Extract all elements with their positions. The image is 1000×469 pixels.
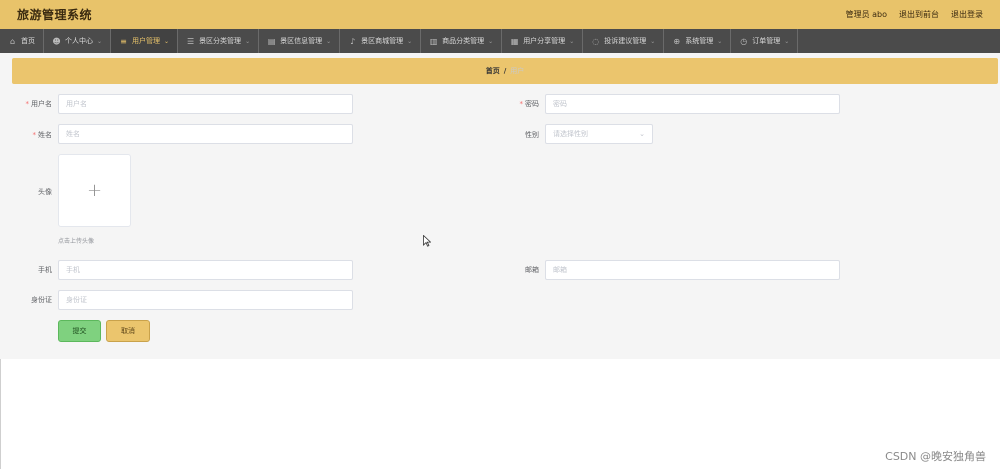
username-input[interactable]: 用户名 xyxy=(58,94,353,114)
app-header: 旅游管理系统 管理员 abo 退出到前台 退出登录 xyxy=(0,0,1000,29)
home-icon: ⌂ xyxy=(9,36,16,46)
submit-button[interactable]: 提交 xyxy=(58,320,101,342)
id-card-label: 身份证 xyxy=(12,295,52,305)
phone-label-text: 手机 xyxy=(38,266,52,274)
mouse-cursor-icon xyxy=(423,235,431,247)
nav-item-3[interactable]: ☰ 景区分类管理 ⌄ xyxy=(178,29,260,53)
id-card-placeholder: 身份证 xyxy=(66,296,87,304)
chevron-down-icon: ⌄ xyxy=(569,37,575,45)
list-icon: ≡ xyxy=(120,36,127,46)
cancel-button[interactable]: 取消 xyxy=(106,320,150,342)
refresh-icon: ◌ xyxy=(592,36,600,46)
nav-item-10[interactable]: ◷ 订单管理 ⌄ xyxy=(731,29,799,53)
chevron-down-icon: ⌄ xyxy=(245,37,251,45)
watermark: CSDN @晚安独角兽 xyxy=(885,450,986,463)
name-label-text: 姓名 xyxy=(38,131,52,139)
gender-label-text: 性别 xyxy=(525,131,539,139)
username-label: * 用户名 xyxy=(12,99,53,109)
phone-input[interactable]: 手机 xyxy=(58,260,353,280)
nav-item-label: 订单管理 xyxy=(752,37,781,45)
chevron-down-icon: ⌄ xyxy=(717,37,723,45)
gender-placeholder: 请选择性别 xyxy=(553,130,588,138)
name-placeholder: 姓名 xyxy=(66,130,80,138)
breadcrumb-separator: / xyxy=(503,67,507,75)
trash-icon: ▥ xyxy=(429,36,438,46)
main-nav: ⌂ 首页 ☻ 个人中心 ⌄ ≡ 用户管理 ⌄ ☰ 景区分类管理 ⌄ ▤ 景区信息管理 ⌄ ♪ 景区商城管理 ⌄ ▥… xyxy=(0,29,1000,53)
password-placeholder: 密码 xyxy=(553,100,567,108)
email-placeholder: 邮箱 xyxy=(553,266,567,274)
nav-item-6[interactable]: ▥ 商品分类管理 ⌄ xyxy=(421,29,503,53)
name-input[interactable]: 姓名 xyxy=(58,124,353,144)
nav-item-label: 景区分类管理 xyxy=(199,37,242,45)
avatar-label-text: 头像 xyxy=(38,188,52,196)
nav-item-label: 用户分享管理 xyxy=(523,37,566,45)
nav-item-label: 景区信息管理 xyxy=(280,37,323,45)
email-label: 邮箱 xyxy=(499,265,539,275)
nav-item-1[interactable]: ☻ 个人中心 ⌄ xyxy=(44,29,112,53)
app-title: 旅游管理系统 xyxy=(17,8,93,22)
briefcase-icon: ▦ xyxy=(510,36,519,46)
nav-item-0[interactable]: ⌂ 首页 xyxy=(0,29,44,53)
plus-icon: + xyxy=(86,179,103,201)
email-label-text: 邮箱 xyxy=(525,266,539,274)
phone-placeholder: 手机 xyxy=(66,266,80,274)
password-input[interactable]: 密码 xyxy=(545,94,840,114)
gender-select[interactable]: 请选择性别 ⌄ xyxy=(545,124,653,144)
chevron-down-icon: ⌄ xyxy=(407,37,413,45)
id-card-input[interactable]: 身份证 xyxy=(58,290,353,310)
chevron-down-icon: ⌄ xyxy=(784,37,790,45)
phone-label: 手机 xyxy=(12,265,52,275)
password-label: * 密码 xyxy=(499,99,540,109)
clock-icon: ◷ xyxy=(740,36,748,46)
nav-item-label: 系统管理 xyxy=(685,37,714,45)
user-icon: ☻ xyxy=(52,36,61,46)
nav-item-label: 用户管理 xyxy=(132,37,161,45)
required-mark: * xyxy=(519,100,524,108)
username-placeholder: 用户名 xyxy=(66,100,87,108)
chevron-down-icon: ⌄ xyxy=(164,37,170,45)
gender-label: 性别 xyxy=(499,130,539,140)
chevron-down-icon: ⌄ xyxy=(326,37,332,45)
avatar-upload[interactable]: + xyxy=(58,154,131,227)
name-label: * 姓名 xyxy=(12,130,53,140)
chevron-down-icon: ⌄ xyxy=(639,130,645,138)
logout-link[interactable]: 退出登录 xyxy=(951,9,983,20)
password-label-text: 密码 xyxy=(525,100,539,108)
avatar-upload-tip: 点击上传头像 xyxy=(58,238,95,245)
nav-item-label: 商品分类管理 xyxy=(442,37,485,45)
required-mark: * xyxy=(25,100,30,108)
chevron-down-icon: ⌄ xyxy=(488,37,494,45)
nav-item-9[interactable]: ⊕ 系统管理 ⌄ xyxy=(664,29,732,53)
nav-item-8[interactable]: ◌ 投诉建议管理 ⌄ xyxy=(583,29,665,53)
menu-icon: ☰ xyxy=(186,36,195,46)
plus-circle-icon: ⊕ xyxy=(673,36,681,46)
mic-icon: ♪ xyxy=(350,36,356,46)
required-mark: * xyxy=(32,131,37,139)
main-content: 首页 / 用户 * 用户名 用户名 * 密码 密码 * 姓名 姓名 性别 请选择性别 ⌄… xyxy=(0,53,1000,359)
username-label-text: 用户名 xyxy=(31,100,52,108)
avatar-label: 头像 xyxy=(12,187,52,197)
nav-item-7[interactable]: ▦ 用户分享管理 ⌄ xyxy=(502,29,584,53)
nav-item-2[interactable]: ≡ 用户管理 ⌄ xyxy=(111,29,179,53)
breadcrumb-home[interactable]: 首页 xyxy=(486,66,500,76)
chart-icon: ▤ xyxy=(267,36,276,46)
go-frontend-link[interactable]: 退出到前台 xyxy=(899,9,939,20)
page-divider xyxy=(0,359,1,469)
nav-item-label: 首页 xyxy=(21,37,35,45)
current-user-label: 管理员 abo xyxy=(845,10,887,19)
nav-item-label: 投诉建议管理 xyxy=(604,37,647,45)
chevron-down-icon: ⌄ xyxy=(650,37,656,45)
nav-item-label: 个人中心 xyxy=(65,37,93,45)
breadcrumb: 首页 / 用户 xyxy=(12,58,998,84)
email-input[interactable]: 邮箱 xyxy=(545,260,840,280)
nav-item-4[interactable]: ▤ 景区信息管理 ⌄ xyxy=(259,29,341,53)
chevron-down-icon: ⌄ xyxy=(97,37,103,45)
nav-item-5[interactable]: ♪ 景区商城管理 ⌄ xyxy=(340,29,422,53)
nav-item-label: 景区商城管理 xyxy=(361,37,404,45)
id-card-label-text: 身份证 xyxy=(31,296,52,304)
header-actions: 管理员 abo 退出到前台 退出登录 xyxy=(846,9,983,20)
breadcrumb-current: 用户 xyxy=(510,67,525,75)
